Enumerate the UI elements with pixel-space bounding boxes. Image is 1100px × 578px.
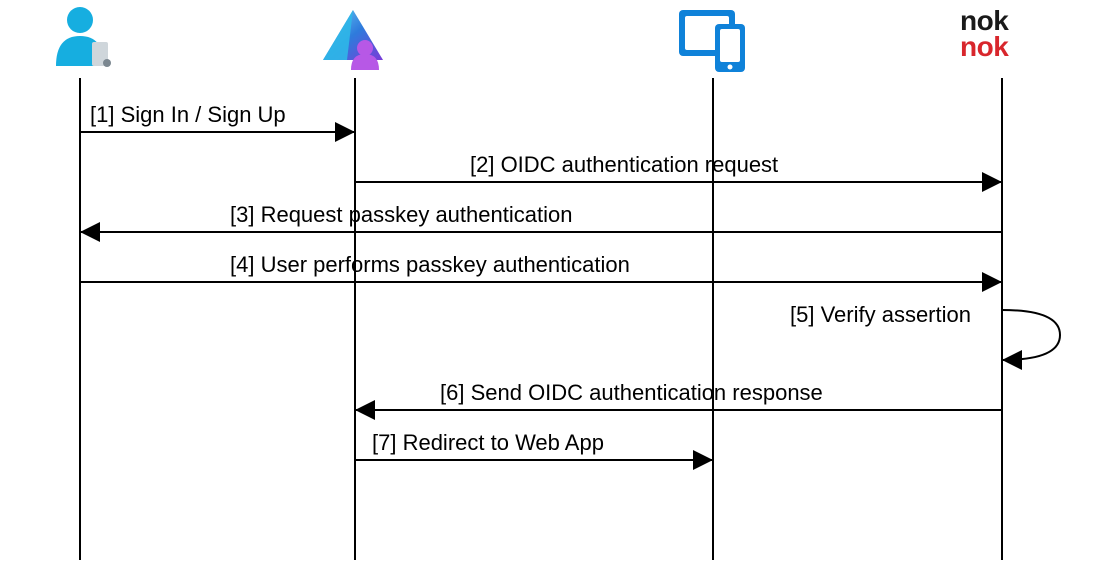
user-icon <box>56 7 111 67</box>
message-5-arrow <box>1002 310 1060 360</box>
device-icon <box>679 10 745 72</box>
sequence-diagram: nok nok [1] Sign In / Sign Up [2] OIDC a… <box>0 0 1100 578</box>
message-1-label: [1] Sign In / Sign Up <box>90 102 286 127</box>
idp-icon <box>323 10 383 70</box>
noknok-logo: nok nok <box>960 5 1009 62</box>
noknok-line2: nok <box>960 31 1009 62</box>
message-5-label: [5] Verify assertion <box>790 302 971 327</box>
message-6-label: [6] Send OIDC authentication response <box>440 380 823 405</box>
message-2-label: [2] OIDC authentication request <box>470 152 778 177</box>
message-7-label: [7] Redirect to Web App <box>372 430 604 455</box>
message-4-label: [4] User performs passkey authentication <box>230 252 630 277</box>
message-3-label: [3] Request passkey authentication <box>230 202 572 227</box>
